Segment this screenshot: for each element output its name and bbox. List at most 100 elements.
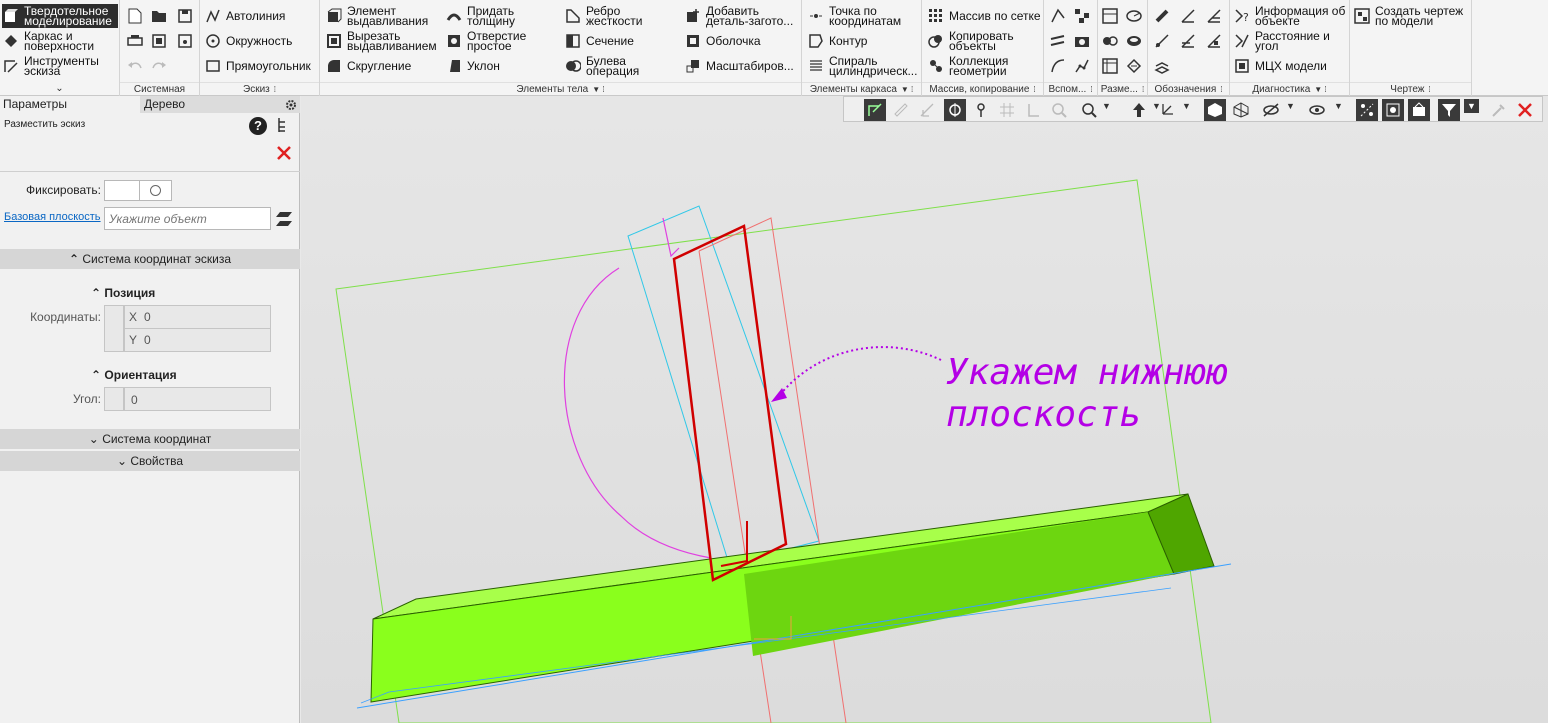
open-folder-icon[interactable]	[149, 6, 169, 26]
section-properties[interactable]: ⌄ Свойства	[0, 451, 300, 471]
y-coordinate-field[interactable]: Y 0	[124, 328, 271, 352]
hide-dropdown-icon[interactable]: ▼	[1286, 101, 1295, 111]
eyedropper-icon[interactable]	[1488, 99, 1510, 121]
sketch-plane-outline[interactable]	[627, 205, 820, 565]
section-button[interactable]: Сечение	[564, 29, 634, 53]
base-plane-input[interactable]	[104, 207, 271, 230]
create-drawing-button[interactable]: Создать чертеж по модели	[1353, 4, 1467, 28]
tree-view-icon[interactable]	[276, 117, 292, 135]
section-sketch-cs[interactable]: ⌃ Система координат эскиза	[0, 249, 300, 269]
filter-icon[interactable]	[1438, 99, 1460, 121]
x-coordinate-field[interactable]: X 0	[124, 305, 271, 329]
orientation-subsection[interactable]: ⌃ Ориентация	[91, 368, 177, 382]
fix-toggle[interactable]	[104, 180, 172, 201]
constraint-icon[interactable]	[916, 99, 938, 121]
selection-filter-a-icon[interactable]	[1356, 99, 1378, 121]
wireframe-view-icon[interactable]	[1230, 99, 1252, 121]
mark-weld-icon[interactable]	[1204, 31, 1224, 51]
save-icon[interactable]	[175, 6, 195, 26]
mark-leader-icon[interactable]	[1152, 31, 1172, 51]
mark-base-icon[interactable]	[1204, 6, 1224, 26]
selection-filter-b-icon[interactable]	[1382, 99, 1404, 121]
dim-auto-icon[interactable]	[1124, 56, 1144, 76]
properties-icon[interactable]	[149, 31, 169, 51]
axes-dropdown-icon[interactable]: ▼	[1182, 101, 1191, 111]
point-by-coords-button[interactable]: Точка по координатам	[807, 4, 909, 28]
selection-filter-c-icon[interactable]	[1408, 99, 1430, 121]
tab-parameters[interactable]: Параметры	[0, 96, 140, 113]
shaded-view-icon[interactable]	[1204, 99, 1226, 121]
filter-dropdown-icon[interactable]: ▼	[1464, 99, 1479, 113]
undo-icon[interactable]	[125, 56, 145, 76]
axes-icon[interactable]	[1156, 99, 1178, 121]
cancel-command-icon[interactable]	[1514, 99, 1536, 121]
dim-radius-icon[interactable]	[1124, 6, 1144, 26]
geometry-collection-button[interactable]: Коллекция геометрии	[927, 54, 1019, 78]
tab-tree[interactable]: Дерево	[141, 96, 279, 113]
expand-chevron-icon[interactable]: ⌄	[0, 82, 119, 96]
mark-stack-icon[interactable]	[1152, 56, 1172, 76]
print-icon[interactable]	[125, 31, 145, 51]
aux-axis-icon[interactable]	[1048, 6, 1068, 26]
boolean-button[interactable]: Булева операция	[564, 54, 650, 78]
aux-curve-icon[interactable]	[1048, 56, 1068, 76]
add-blank-button[interactable]: Добавить деталь-загото...	[684, 4, 800, 28]
new-document-icon[interactable]	[125, 6, 145, 26]
mass-properties-button[interactable]: МЦХ модели	[1233, 54, 1327, 78]
scale-button[interactable]: Масштабиров...	[684, 54, 794, 78]
orient-icon[interactable]	[1128, 99, 1150, 121]
rectangle-button[interactable]: Прямоугольник	[204, 54, 311, 78]
position-subsection[interactable]: ⌃ Позиция	[91, 286, 155, 300]
hide-icon[interactable]	[1260, 99, 1282, 121]
cut-extrude-button[interactable]: Вырезать выдавливанием	[325, 29, 439, 53]
angle-field[interactable]: 0	[124, 387, 271, 411]
polyline-button[interactable]: Автолиния	[204, 4, 285, 28]
ruler-icon[interactable]	[890, 99, 912, 121]
shell-button[interactable]: Оболочка	[684, 29, 761, 53]
dim-angle-icon[interactable]	[1100, 31, 1120, 51]
object-info-button[interactable]: ? Информация об объекте	[1233, 4, 1349, 28]
aux-plane-icon[interactable]	[1048, 31, 1068, 51]
circle-button[interactable]: Окружность	[204, 29, 292, 53]
3d-viewport[interactable]: Укажем нижнюю плоскость	[301, 96, 1548, 723]
aux-spline-icon[interactable]	[1072, 56, 1092, 76]
simple-hole-button[interactable]: Отверстие простое	[445, 29, 531, 53]
base-plane-link[interactable]: Базовая плоскость	[4, 211, 101, 223]
section-coordinate-system[interactable]: ⌄ Система координат	[0, 429, 300, 449]
save-as-icon[interactable]	[175, 31, 195, 51]
visibility-icon[interactable]	[1306, 99, 1328, 121]
ortho-icon[interactable]	[1022, 99, 1044, 121]
copy-objects-button[interactable]: Копировать объекты	[927, 29, 1019, 53]
fillet-button[interactable]: Скругление	[325, 54, 411, 78]
contour-button[interactable]: Контур	[807, 29, 867, 53]
redo-icon[interactable]	[149, 56, 169, 76]
zoom-dropdown-icon[interactable]: ▼	[1102, 101, 1111, 111]
aux-camera-icon[interactable]	[1072, 31, 1092, 51]
mark-tolerance-icon[interactable]	[1178, 31, 1198, 51]
rib-button[interactable]: Ребро жесткости	[564, 4, 646, 28]
mark-roughness-icon[interactable]	[1178, 6, 1198, 26]
plane-select-icon[interactable]	[276, 209, 294, 229]
mark-thread-icon[interactable]	[1152, 6, 1172, 26]
visibility-dropdown-icon[interactable]: ▼	[1334, 101, 1343, 111]
hand-select-icon[interactable]	[970, 99, 992, 121]
dim-diameter-icon[interactable]	[1124, 31, 1144, 51]
cylindrical-spiral-button[interactable]: Спираль цилиндрическ...	[807, 54, 921, 78]
panel-settings-gear-icon[interactable]	[283, 97, 298, 112]
zoom-icon[interactable]	[1078, 99, 1100, 121]
thicken-button[interactable]: Придать толщину	[445, 4, 527, 28]
draft-button[interactable]: Уклон	[445, 54, 500, 78]
help-icon[interactable]: ?	[249, 117, 267, 135]
mode-frame-surfaces[interactable]: Каркас и поверхности	[2, 29, 118, 53]
snap-icon[interactable]	[944, 99, 966, 121]
zoom-disabled-icon[interactable]	[1048, 99, 1070, 121]
grid-array-button[interactable]: Массив по сетке	[927, 4, 1041, 28]
dim-table-icon[interactable]	[1100, 56, 1120, 76]
grid-icon[interactable]	[996, 99, 1018, 121]
dim-linear-icon[interactable]	[1100, 6, 1120, 26]
cancel-close-icon[interactable]	[276, 145, 294, 163]
mode-solid-modeling[interactable]: Твердотельное моделирование	[2, 4, 118, 28]
mode-sketch-tools[interactable]: Инструменты эскиза	[2, 54, 118, 78]
sketch-mode-icon[interactable]	[864, 99, 886, 121]
extrude-button[interactable]: Элемент выдавливания	[325, 4, 431, 28]
